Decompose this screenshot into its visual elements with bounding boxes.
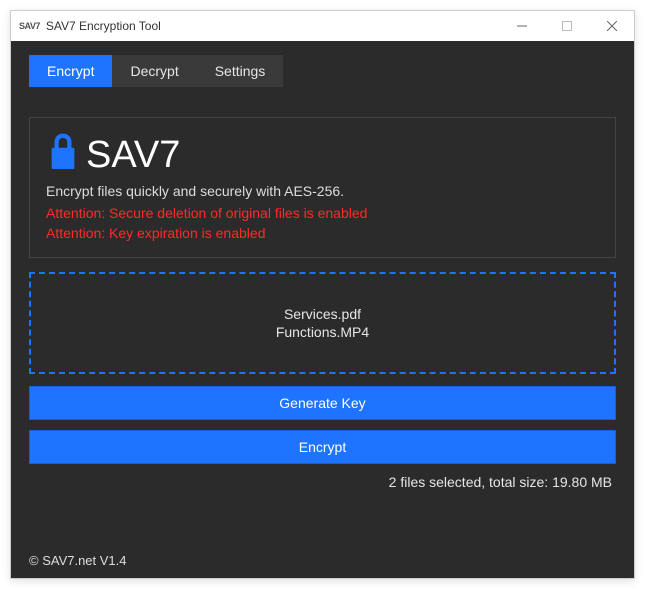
tab-bar: Encrypt Decrypt Settings xyxy=(29,55,616,87)
encrypt-button[interactable]: Encrypt xyxy=(29,430,616,464)
brand-subtitle: Encrypt files quickly and securely with … xyxy=(46,183,599,199)
app-body: Encrypt Decrypt Settings SAV7 Encrypt fi… xyxy=(11,41,634,578)
brand-name: SAV7 xyxy=(86,136,180,174)
app-window: SAV7 SAV7 Encryption Tool Encrypt Decryp… xyxy=(10,10,635,579)
tab-decrypt[interactable]: Decrypt xyxy=(112,55,196,87)
tab-encrypt[interactable]: Encrypt xyxy=(29,55,112,87)
minimize-button[interactable] xyxy=(499,11,544,41)
warning-key-expiration: Attention: Key expiration is enabled xyxy=(46,225,599,241)
tab-settings[interactable]: Settings xyxy=(197,55,284,87)
file-dropzone[interactable]: Services.pdf Functions.MP4 xyxy=(29,272,616,374)
list-item: Functions.MP4 xyxy=(276,324,369,340)
list-item: Services.pdf xyxy=(284,306,361,322)
window-title: SAV7 Encryption Tool xyxy=(46,19,161,33)
status-text: 2 files selected, total size: 19.80 MB xyxy=(29,474,616,490)
brand-row: SAV7 xyxy=(46,132,599,177)
warning-secure-delete: Attention: Secure deletion of original f… xyxy=(46,205,599,221)
info-panel: SAV7 Encrypt files quickly and securely … xyxy=(29,117,616,258)
maximize-button[interactable] xyxy=(544,11,589,41)
close-button[interactable] xyxy=(589,11,634,41)
lock-icon xyxy=(46,132,80,177)
generate-key-button[interactable]: Generate Key xyxy=(29,386,616,420)
footer-text: © SAV7.net V1.4 xyxy=(29,545,616,568)
app-icon: SAV7 xyxy=(19,21,40,31)
titlebar: SAV7 SAV7 Encryption Tool xyxy=(11,11,634,41)
